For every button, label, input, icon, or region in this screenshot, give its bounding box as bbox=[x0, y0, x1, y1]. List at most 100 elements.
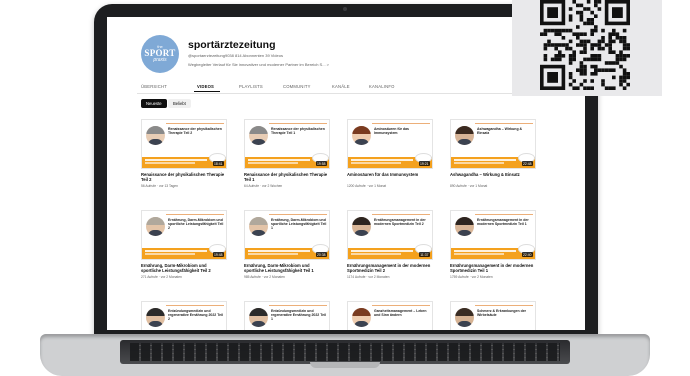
tab-videos[interactable]: VIDEOS bbox=[197, 84, 214, 89]
qr-module bbox=[622, 57, 627, 62]
qr-module bbox=[579, 43, 584, 47]
video-thumbnail[interactable]: Ernährung, Darm-Mikrobiom und sportliche… bbox=[244, 210, 330, 260]
qr-module bbox=[594, 57, 598, 62]
qr-module bbox=[579, 3, 584, 8]
qr-module bbox=[597, 46, 602, 51]
qr-module bbox=[622, 39, 627, 44]
video-title[interactable]: Ashwagandha – Wirkung & Einsatz bbox=[450, 172, 536, 177]
qr-module bbox=[568, 54, 573, 58]
video-thumbnail[interactable]: Aminosäuren für das Immunsystem 19:21 bbox=[347, 119, 433, 169]
qr-module bbox=[590, 57, 594, 62]
qr-module bbox=[590, 46, 594, 51]
qr-module bbox=[572, 79, 576, 83]
qr-module bbox=[576, 10, 580, 15]
qr-module bbox=[568, 28, 573, 33]
thumbnail-rule bbox=[269, 214, 327, 215]
video-thumbnail[interactable]: Ernährung, Darm-Mikrobiom und sportliche… bbox=[141, 210, 227, 260]
qr-code-image bbox=[540, 0, 630, 90]
video-title[interactable]: Ernährung, Darm-Mikrobiom und sportliche… bbox=[141, 263, 227, 273]
qr-module bbox=[626, 46, 630, 51]
speaker-photo bbox=[249, 126, 268, 145]
qr-module bbox=[583, 68, 587, 72]
video-meta: 1759 Aufrufe · vor 2 Monaten bbox=[450, 275, 493, 279]
video-title[interactable]: Ernährung, Darm-Mikrobiom und sportliche… bbox=[244, 263, 330, 273]
qr-module bbox=[615, 61, 620, 65]
qr-module bbox=[615, 54, 620, 58]
qr-module bbox=[579, 68, 584, 72]
qr-module bbox=[608, 43, 612, 47]
qr-module bbox=[604, 86, 609, 90]
qr-module bbox=[601, 36, 605, 40]
qr-module bbox=[608, 86, 612, 90]
qr-module bbox=[594, 14, 598, 18]
video-thumbnail[interactable]: Ernährungsmanagement in der modernen Spo… bbox=[450, 210, 536, 260]
qr-module bbox=[626, 82, 630, 87]
video-thumbnail[interactable]: Ganzheitsmanagement – Leben und Sinn änd… bbox=[347, 301, 433, 330]
video-thumbnail[interactable]: Ernährungsmanagement in der modernen Spo… bbox=[347, 210, 433, 260]
video-title[interactable]: Renaissance der physikalischen Therapie … bbox=[141, 172, 227, 182]
qr-module bbox=[615, 32, 620, 36]
video-thumbnail[interactable]: Ashwagandha – Wirkung & Einsatz 22:48 bbox=[450, 119, 536, 169]
video-title[interactable]: Renaissance der physikalischen Therapie … bbox=[244, 172, 330, 182]
thumbnail-title: Aminosäuren für das Immunsystem bbox=[374, 127, 410, 135]
tab-community[interactable]: COMMUNITY bbox=[283, 84, 311, 89]
filter-newest-chip[interactable]: Neueste bbox=[141, 99, 167, 108]
qr-module bbox=[586, 0, 591, 4]
qr-module bbox=[576, 86, 580, 90]
qr-module bbox=[572, 50, 576, 54]
tab-about[interactable]: KANALINFO bbox=[369, 84, 395, 89]
qr-module bbox=[626, 75, 630, 80]
channel-meta: @sportaerztezeitung9038 814 Abonnenten 3… bbox=[188, 53, 283, 58]
speaker-photo bbox=[455, 308, 474, 327]
thumbnail-rule bbox=[475, 305, 533, 306]
video-thumbnail[interactable]: Schmerz & Erkrankungen der Wirbelsäule bbox=[450, 301, 536, 330]
video-thumbnail[interactable]: Renaissance der physikalischen Therapie … bbox=[244, 119, 330, 169]
channel-avatar[interactable]: the SPORT praxis bbox=[141, 35, 179, 73]
qr-module bbox=[619, 64, 623, 69]
speaker-photo bbox=[352, 126, 371, 145]
video-title[interactable]: Ernährungsmanagement in der modernen Spo… bbox=[347, 263, 433, 273]
qr-module bbox=[604, 61, 609, 65]
speaker-photo bbox=[146, 308, 165, 327]
qr-module bbox=[622, 79, 627, 83]
thumbnail-title: Renaissance der physikalischen Therapie … bbox=[271, 127, 325, 135]
qr-module bbox=[622, 46, 627, 51]
qr-module bbox=[586, 21, 591, 26]
video-thumbnail[interactable]: Renaissance der physikalischen Therapie … bbox=[141, 119, 227, 169]
video-thumbnail[interactable]: Entzündungsmedizin und regenerative Ernä… bbox=[244, 301, 330, 330]
video-duration: 19:21 bbox=[418, 161, 430, 166]
tab-channels[interactable]: KANÄLE bbox=[332, 84, 350, 89]
qr-module bbox=[543, 43, 548, 47]
qr-module bbox=[550, 43, 555, 47]
qr-module bbox=[604, 43, 609, 47]
qr-module bbox=[568, 18, 573, 22]
qr-module bbox=[597, 54, 602, 58]
qr-module bbox=[583, 46, 587, 51]
qr-module bbox=[619, 57, 623, 62]
video-meta: 985 Aufrufe · vor 2 Monaten bbox=[244, 275, 285, 279]
qr-module bbox=[619, 39, 623, 44]
video-thumbnail[interactable]: Entzündungsmedizin und regenerative Ernä… bbox=[141, 301, 227, 330]
video-meta: 56 Aufrufe · vor 13 Tagen bbox=[141, 184, 178, 188]
video-title[interactable]: Aminosäuren für das Immunsystem bbox=[347, 172, 433, 177]
video-title[interactable]: Ernährungsmanagement in der modernen Spo… bbox=[450, 263, 536, 273]
qr-module bbox=[622, 54, 627, 58]
qr-module bbox=[550, 28, 555, 33]
qr-module bbox=[586, 7, 591, 11]
tab-overview[interactable]: ÜBERSICHT bbox=[141, 84, 167, 89]
speaker-photo bbox=[146, 126, 165, 145]
qr-module bbox=[583, 50, 587, 54]
speaker-photo bbox=[352, 308, 371, 327]
video-duration: 11:37 bbox=[418, 252, 430, 257]
video-meta: 1200 Aufrufe · vor 1 Monat bbox=[347, 184, 387, 188]
qr-module bbox=[586, 86, 591, 90]
qr-module bbox=[579, 61, 584, 65]
qr-module bbox=[568, 72, 573, 76]
filter-popular-chip[interactable]: Beliebt bbox=[168, 99, 191, 108]
tab-playlists[interactable]: PLAYLISTS bbox=[239, 84, 263, 89]
qr-module bbox=[594, 25, 598, 29]
thumbnail-title: Entzündungsmedizin und regenerative Ernä… bbox=[271, 309, 326, 321]
channel-description[interactable]: Wegbegleiter Verlauf für Sie innovativer… bbox=[188, 62, 329, 67]
qr-module bbox=[579, 14, 584, 18]
qr-module bbox=[594, 72, 598, 76]
